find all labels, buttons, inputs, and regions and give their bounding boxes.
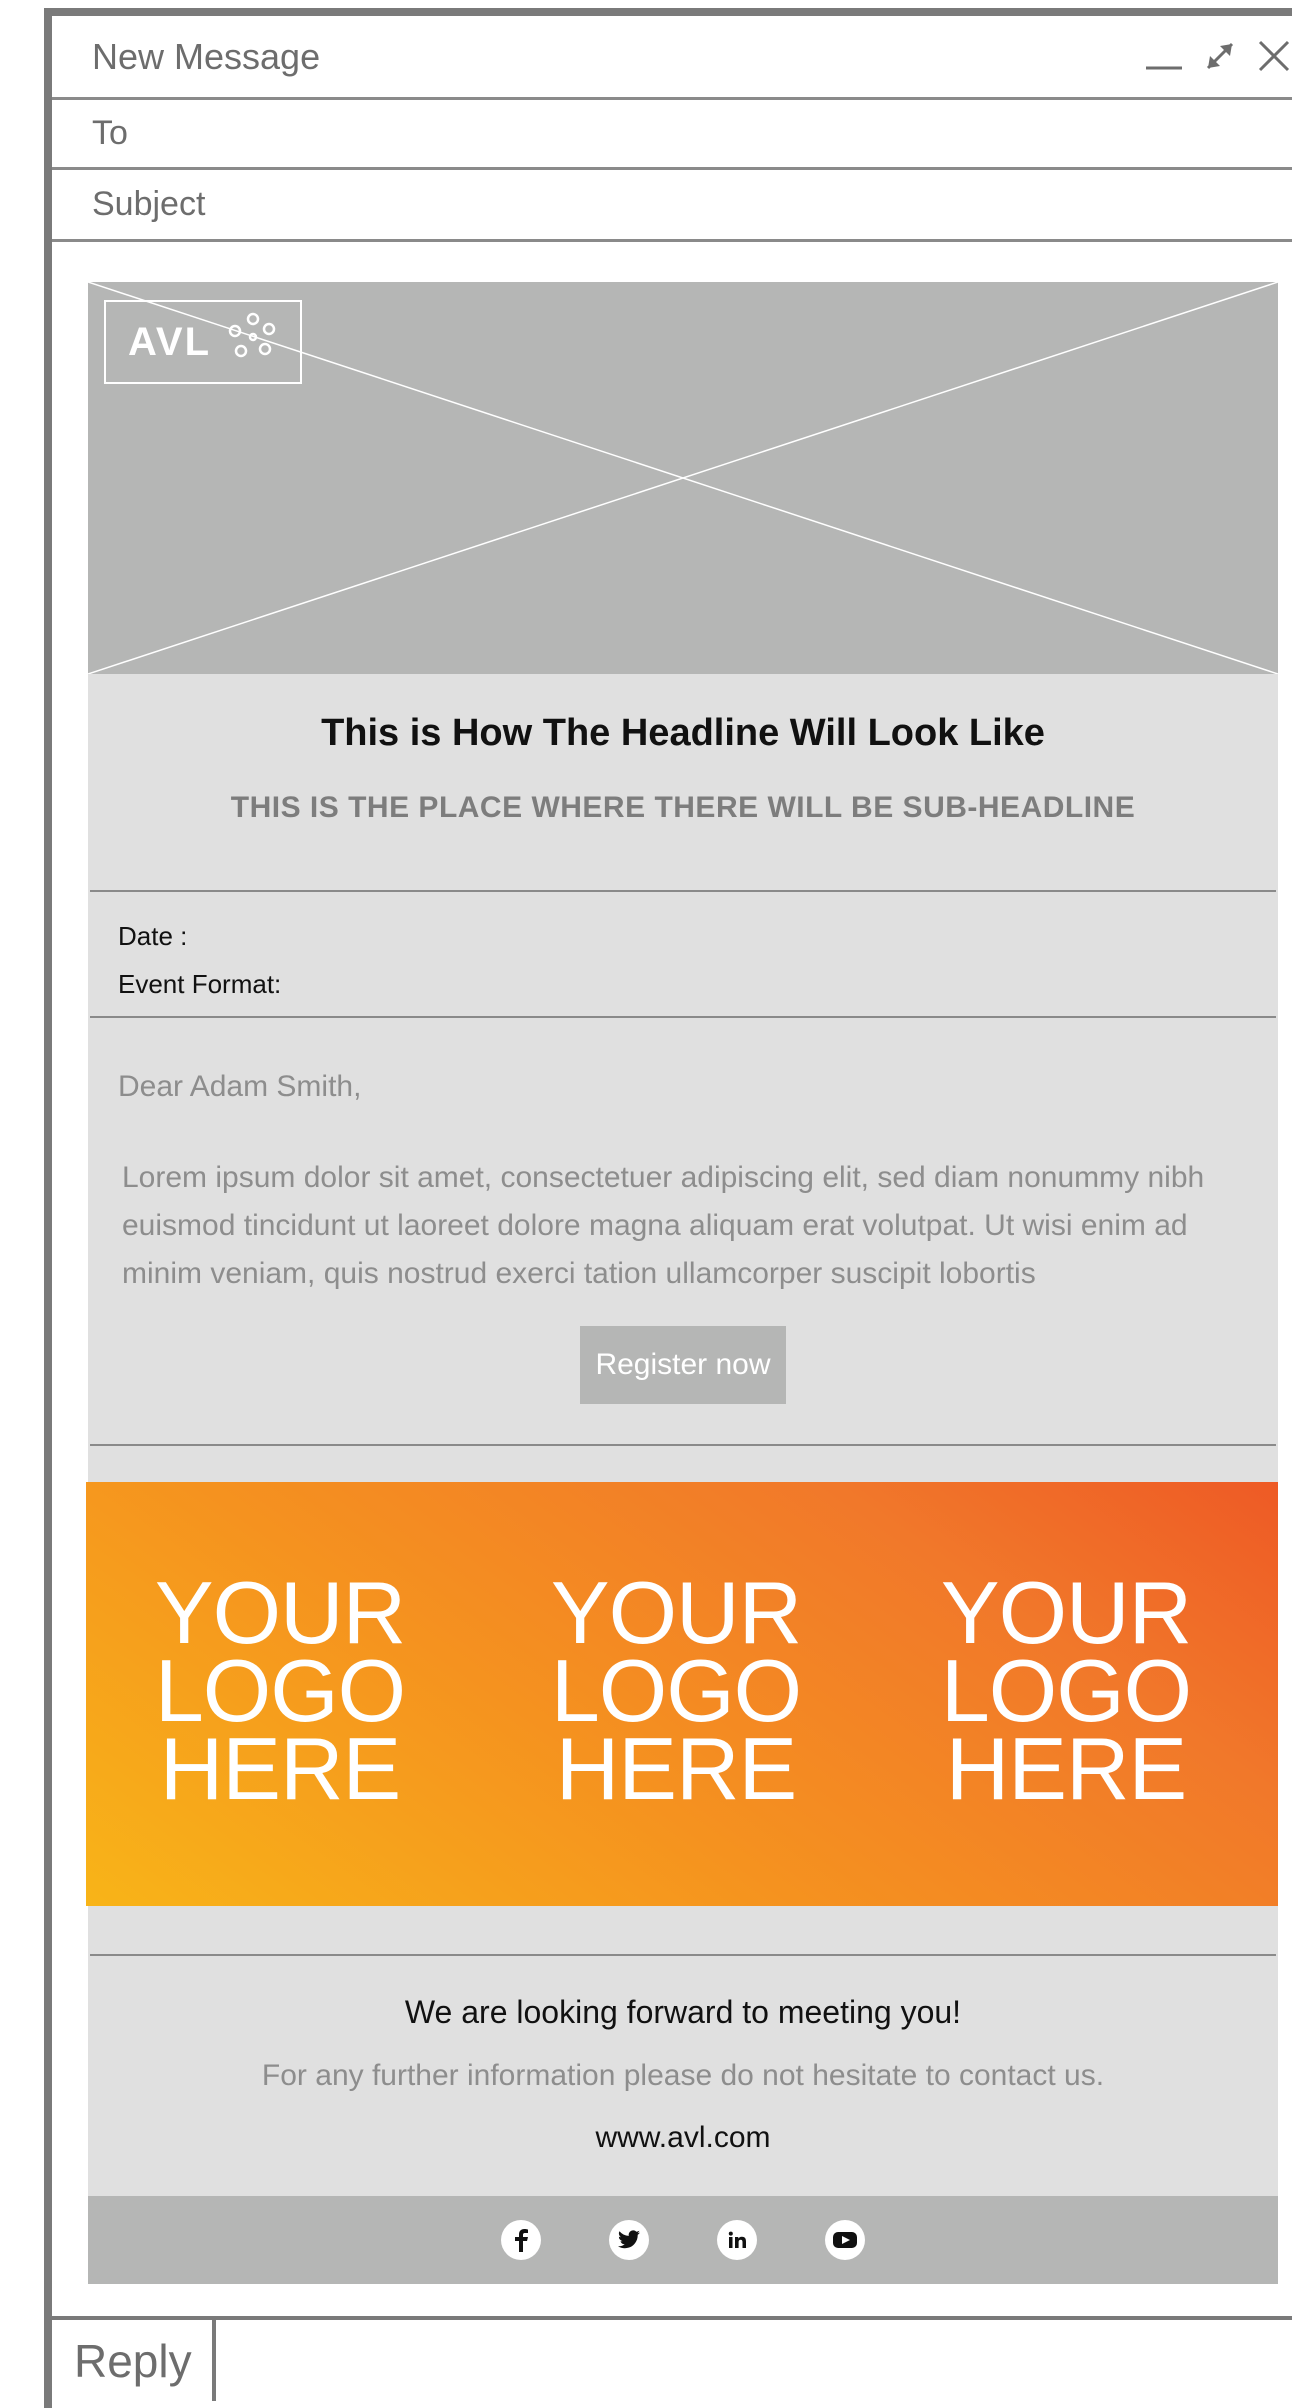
register-now-button[interactable]: Register now bbox=[580, 1326, 786, 1404]
window-title: New Message bbox=[92, 35, 321, 77]
brand-logo: AVL bbox=[104, 300, 302, 384]
linkedin-icon[interactable] bbox=[717, 2220, 757, 2260]
event-details: Date : Event Format: bbox=[88, 892, 1278, 1016]
footer-text: We are looking forward to meeting you! F… bbox=[88, 1956, 1278, 2196]
close-icon[interactable] bbox=[1256, 38, 1292, 79]
subject-label: Subject bbox=[92, 185, 206, 223]
body-paragraph: Lorem ipsum dolor sit amet, consectetuer… bbox=[122, 1161, 1205, 1290]
event-format-label: Event Format: bbox=[118, 969, 282, 999]
brand-mark-icon bbox=[227, 311, 279, 373]
logo-placeholder-1: YOUR LOGO HERE bbox=[130, 1569, 430, 1818]
compose-title-bar: New Message bbox=[52, 16, 1292, 100]
email-body: AVL This is How The Headline Will Look L… bbox=[86, 282, 1278, 2284]
reply-button[interactable]: Reply bbox=[52, 2320, 216, 2401]
twitter-icon[interactable] bbox=[609, 2220, 649, 2260]
social-bar bbox=[88, 2196, 1278, 2284]
email-subheadline: THIS IS THE PLACE WHERE THERE WILL BE SU… bbox=[230, 791, 1136, 824]
logo-text-line: HERE bbox=[945, 1719, 1188, 1818]
logo-text-line: HERE bbox=[159, 1719, 402, 1818]
message-section: Dear Adam Smith, Lorem ipsum dolor sit a… bbox=[88, 1018, 1278, 1444]
spacer bbox=[88, 1446, 1278, 1482]
closing-line: We are looking forward to meeting you! bbox=[404, 1994, 962, 2030]
facebook-icon[interactable] bbox=[501, 2220, 541, 2260]
reply-bar: Reply bbox=[52, 2316, 1292, 2401]
brand-name: AVL bbox=[128, 319, 212, 364]
partner-logos-band: YOUR LOGO HERE YOUR LOGO HERE YOUR LOGO … bbox=[86, 1482, 1278, 1906]
hero-image-placeholder: AVL bbox=[88, 282, 1278, 674]
date-label: Date : bbox=[118, 921, 188, 951]
window-controls bbox=[1144, 16, 1292, 100]
to-label: To bbox=[92, 114, 128, 152]
expand-icon[interactable] bbox=[1202, 38, 1238, 79]
spacer bbox=[88, 1906, 1278, 1954]
youtube-icon[interactable] bbox=[825, 2220, 865, 2260]
minimize-icon[interactable] bbox=[1144, 36, 1184, 81]
email-headline: This is How The Headline Will Look Like bbox=[321, 712, 1045, 754]
headline-section: This is How The Headline Will Look Like … bbox=[88, 674, 1278, 890]
contact-line: For any further information please do no… bbox=[261, 2059, 1105, 2092]
greeting: Dear Adam Smith, bbox=[118, 1070, 362, 1103]
to-field[interactable]: To bbox=[52, 100, 1292, 170]
logo-placeholder-3: YOUR LOGO HERE bbox=[916, 1569, 1216, 1818]
logo-text-line: HERE bbox=[555, 1719, 798, 1818]
logo-placeholder-2: YOUR LOGO HERE bbox=[526, 1569, 826, 1818]
website-link[interactable]: www.avl.com bbox=[88, 2121, 1278, 2155]
subject-field[interactable]: Subject bbox=[52, 170, 1292, 242]
